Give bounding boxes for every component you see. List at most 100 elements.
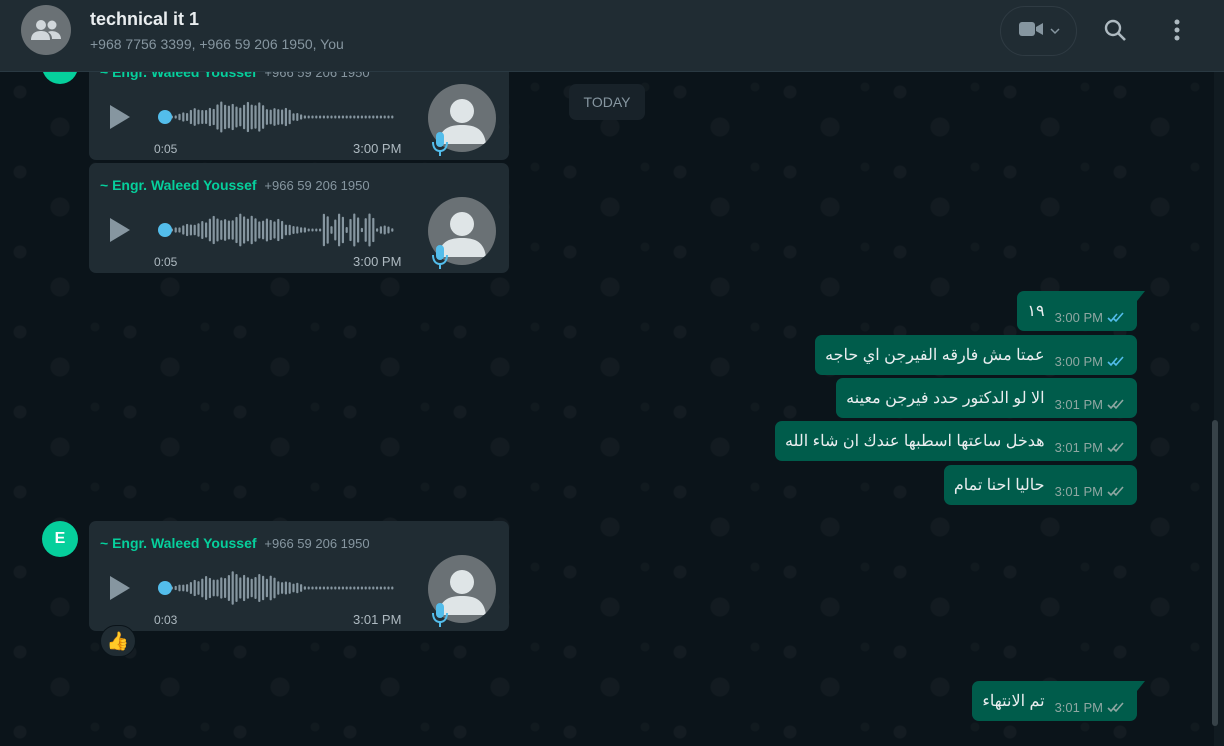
waveform-bar (372, 586, 375, 590)
outgoing-message[interactable]: عمتا مش فارقه الفيرجن اي حاجه 3:00 PM (815, 335, 1137, 375)
waveform-bar (379, 115, 382, 119)
sender-phone: +966 59 206 1950 (264, 536, 370, 551)
waveform-bar (243, 104, 246, 130)
sender-name[interactable]: ~ Engr. Waleed Youssef (100, 72, 257, 80)
message-time: 3:00 PM (1054, 353, 1103, 369)
waveform-bar (338, 586, 341, 590)
scrollbar-thumb[interactable] (1212, 420, 1218, 726)
reaction-badge[interactable]: 👍 (100, 625, 136, 657)
waveform-bar (330, 115, 333, 119)
message-time: 3:01 PM (1054, 699, 1103, 715)
play-icon[interactable] (107, 215, 133, 245)
chat-title[interactable]: technical it 1 (90, 9, 199, 30)
waveform-bar (288, 582, 291, 594)
waveform-bar (277, 218, 280, 242)
message-list[interactable]: E ~ Engr. Waleed Youssef +966 59 206 195… (0, 72, 1214, 746)
waveform-bar (303, 586, 306, 590)
waveform-bar (208, 107, 211, 127)
waveform-bar (216, 104, 219, 130)
waveform-bar (345, 227, 348, 233)
waveform-bar (322, 115, 325, 119)
waveform-bar (243, 216, 246, 244)
voice-duration: 0:05 (154, 255, 178, 269)
waveform-bar (262, 105, 265, 129)
waveform-bar (372, 217, 375, 243)
waveform-bar (239, 577, 242, 599)
audio-waveform[interactable] (165, 94, 397, 140)
search-icon[interactable] (1101, 16, 1129, 44)
outgoing-message[interactable]: الا لو الدكتور حدد فيرجن معينه 3:01 PM (836, 378, 1137, 418)
waveform-bar (243, 574, 246, 602)
group-avatar-icon[interactable] (21, 5, 71, 55)
waveform-bar (224, 578, 227, 598)
audio-waveform[interactable] (165, 565, 397, 611)
waveform-bar (319, 115, 322, 119)
voice-message[interactable]: ~ Engr. Waleed Youssef +966 59 206 1950 … (89, 521, 509, 631)
audio-waveform[interactable] (165, 207, 397, 253)
menu-dots-icon[interactable] (1163, 16, 1191, 44)
waveform-bar (235, 573, 238, 603)
waveform-bar (292, 113, 295, 121)
double-check-icon (1107, 441, 1124, 452)
waveform-bar (296, 582, 299, 594)
waveform-bar (372, 115, 375, 119)
sender-phone: +966 59 206 1950 (264, 178, 370, 193)
waveform-bar (360, 586, 363, 590)
outgoing-message[interactable]: تم الانتهاء 3:01 PM (972, 681, 1145, 721)
waveform-bar (246, 101, 249, 133)
outgoing-message[interactable]: هدخل ساعتها اسطبها عندك ان شاء الله 3:01… (774, 421, 1137, 461)
waveform-bar (262, 575, 265, 601)
waveform-bar (391, 228, 394, 232)
waveform-bar (315, 586, 318, 590)
play-icon[interactable] (107, 573, 133, 603)
voice-message[interactable]: ~ Engr. Waleed Youssef +966 59 206 1950 … (89, 163, 509, 273)
waveform-bar (250, 215, 253, 245)
chat-participants[interactable]: +968 7756 3399, +966 59 206 1950, You (90, 36, 344, 52)
outgoing-message[interactable]: ١٩ 3:00 PM (1017, 291, 1145, 331)
double-check-icon (1107, 311, 1124, 322)
double-check-icon (1107, 485, 1124, 496)
waveform-bar (231, 103, 234, 131)
waveform-bar (364, 218, 367, 242)
waveform-bar (189, 224, 192, 236)
waveform-bar (250, 104, 253, 130)
waveform-bar (357, 217, 360, 243)
waveform-bar (269, 575, 272, 601)
waveform-bar (254, 576, 257, 600)
waveform-bar (307, 228, 310, 232)
waveform-bar (307, 115, 310, 119)
waveform-bar (182, 225, 185, 235)
waveform-bar (330, 586, 333, 590)
waveform-bar (326, 216, 329, 244)
voice-message[interactable]: ~ Engr. Waleed Youssef +966 59 206 1950 … (89, 72, 509, 160)
seek-handle[interactable] (158, 223, 172, 237)
waveform-bar (341, 586, 344, 590)
sender-avatar[interactable]: E (42, 521, 78, 557)
waveform-bar (334, 586, 337, 590)
message-text: الا لو الدكتور حدد فيرجن معينه (846, 390, 1045, 407)
sender-avatar[interactable]: E (42, 72, 78, 84)
waveform-bar (273, 221, 276, 239)
waveform-bar (334, 115, 337, 119)
waveform-bar (387, 586, 390, 590)
sender-name[interactable]: ~ Engr. Waleed Youssef (100, 177, 257, 193)
waveform-bar (319, 228, 322, 232)
chat-header: technical it 1 +968 7756 3399, +966 59 2… (0, 0, 1224, 72)
seek-handle[interactable] (158, 581, 172, 595)
waveform-bar (303, 227, 306, 233)
message-text: هدخل ساعتها اسطبها عندك ان شاء الله (784, 433, 1045, 450)
date-divider: TODAY (569, 84, 645, 120)
seek-handle[interactable] (158, 110, 172, 124)
waveform-bar (250, 578, 253, 598)
waveform-bar (273, 108, 276, 126)
waveform-bar (322, 586, 325, 590)
sender-name[interactable]: ~ Engr. Waleed Youssef (100, 535, 257, 551)
video-call-button[interactable] (1000, 6, 1077, 56)
outgoing-message[interactable]: حاليا احنا تمام 3:01 PM (943, 465, 1137, 505)
play-icon[interactable] (107, 102, 133, 132)
waveform-bar (349, 115, 352, 119)
waveform-bar (193, 108, 196, 126)
waveform-bar (368, 213, 371, 247)
waveform-bar (189, 109, 192, 125)
waveform-bar (307, 586, 310, 590)
